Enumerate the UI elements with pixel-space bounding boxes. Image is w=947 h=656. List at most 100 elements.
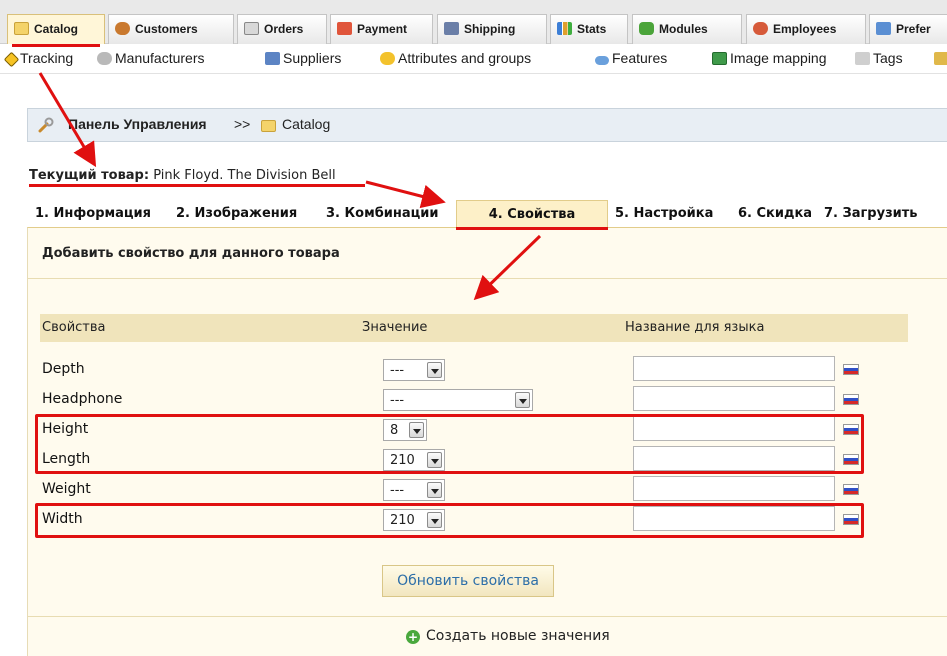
breadcrumb-separator: >> <box>234 116 251 132</box>
tab-label: Orders <box>264 22 304 36</box>
suppliers-icon <box>265 52 280 65</box>
column-header-features: Свойства <box>42 320 106 335</box>
attributes-icon <box>380 52 395 65</box>
stats-icon <box>557 22 572 35</box>
tab-preferences[interactable]: Prefer <box>869 14 947 44</box>
sub-toolbar: Tracking Manufacturers Suppliers Attribu… <box>0 44 947 74</box>
language-name-input-depth[interactable] <box>633 356 835 381</box>
tab-label: Catalog <box>34 22 79 36</box>
product-tab-discount[interactable]: 6. Скидка <box>738 200 812 227</box>
add-icon: + <box>406 630 420 644</box>
current-product-label: Текущий товар: <box>29 168 150 183</box>
feature-label-weight: Weight <box>42 481 91 497</box>
tab-catalog[interactable]: Catalog <box>7 14 105 44</box>
language-name-input-weight[interactable] <box>633 476 835 501</box>
image-mapping-icon <box>712 52 727 65</box>
product-tab-settings[interactable]: 5. Настройка <box>615 200 713 227</box>
folder-icon <box>261 120 276 132</box>
tab-orders[interactable]: Orders <box>237 14 327 44</box>
panel-title: Добавить свойство для данного товара <box>42 246 340 261</box>
current-product-name: Pink Floyd. The Division Bell <box>153 168 336 183</box>
subtab-label: Tracking <box>20 50 74 66</box>
tab-label: Employees <box>773 22 837 36</box>
payment-icon <box>337 22 352 35</box>
orders-icon <box>244 22 259 35</box>
value-select-weight[interactable]: --- <box>383 479 445 501</box>
preferences-icon <box>876 22 891 35</box>
annotation-underline-catalog <box>12 44 100 47</box>
column-header-value: Значение <box>362 320 428 335</box>
annotation-box-width <box>35 503 864 538</box>
tab-label: Prefer <box>896 22 931 36</box>
column-header-language-name: Название для языка <box>625 320 765 335</box>
feature-label-depth: Depth <box>42 361 85 377</box>
tab-label: Payment <box>357 22 408 36</box>
chevron-down-icon <box>427 362 442 378</box>
table-header: Свойства Значение Название для языка <box>40 314 908 342</box>
tracking-icon <box>3 51 20 68</box>
modules-icon <box>639 22 654 35</box>
wrench-icon <box>38 117 54 133</box>
employees-icon <box>753 22 768 35</box>
select-value: --- <box>390 483 405 498</box>
features-icon <box>595 56 609 65</box>
value-select-headphone[interactable]: --- <box>383 389 533 411</box>
tab-payment[interactable]: Payment <box>330 14 433 44</box>
subtab-tracking[interactable]: Tracking <box>3 50 74 68</box>
value-select-depth[interactable]: --- <box>383 359 445 381</box>
subtab-tags[interactable]: Tags <box>855 50 903 66</box>
russian-flag-icon <box>843 484 859 495</box>
subtab-features[interactable]: Features <box>595 50 667 66</box>
main-tab-bar: Catalog Customers Orders Payment Shippin… <box>0 0 947 44</box>
product-tab-info[interactable]: 1. Информация <box>35 200 151 227</box>
breadcrumb: Панель Управления >> Catalog <box>27 108 947 142</box>
create-new-values-link[interactable]: + Создать новые значения <box>406 628 610 644</box>
subtab-attributes[interactable]: Attributes and groups <box>380 50 531 66</box>
tab-shipping[interactable]: Shipping <box>437 14 547 44</box>
tab-stats[interactable]: Stats <box>550 14 628 44</box>
select-value: --- <box>390 363 405 378</box>
tab-customers[interactable]: Customers <box>108 14 234 44</box>
russian-flag-icon <box>843 364 859 375</box>
product-tab-combinations[interactable]: 3. Комбинации <box>326 200 439 227</box>
update-features-button[interactable]: Обновить свойства <box>382 565 554 597</box>
product-tab-features[interactable]: 4. Свойства <box>456 200 608 227</box>
tab-modules[interactable]: Modules <box>632 14 742 44</box>
select-value: --- <box>390 393 405 408</box>
tab-label: Shipping <box>464 22 516 36</box>
truck-icon <box>444 22 459 35</box>
manufacturers-icon <box>97 52 112 65</box>
subtab-more[interactable] <box>934 50 947 66</box>
subtab-label: Features <box>612 50 668 66</box>
language-name-input-headphone[interactable] <box>633 386 835 411</box>
chevron-down-icon <box>515 392 530 408</box>
current-product: Текущий товар: Pink Floyd. The Division … <box>29 168 336 183</box>
more-icon <box>934 52 947 65</box>
subtab-label: Manufacturers <box>115 50 205 66</box>
create-link-label: Создать новые значения <box>426 628 610 644</box>
subtab-image-mapping[interactable]: Image mapping <box>712 50 827 66</box>
folder-icon <box>14 22 29 35</box>
product-tab-upload[interactable]: 7. Загрузить <box>824 200 918 227</box>
subtab-manufacturers[interactable]: Manufacturers <box>97 50 204 66</box>
arrow-product-to-tab <box>365 180 446 209</box>
annotation-underline-product <box>29 184 365 187</box>
subtab-label: Attributes and groups <box>398 50 532 66</box>
tab-employees[interactable]: Employees <box>746 14 866 44</box>
breadcrumb-current: Catalog <box>282 116 331 132</box>
chevron-down-icon <box>427 482 442 498</box>
divider <box>28 616 947 617</box>
tab-label: Customers <box>135 22 198 36</box>
customers-icon <box>115 22 130 35</box>
subtab-label: Suppliers <box>283 50 342 66</box>
subtab-suppliers[interactable]: Suppliers <box>265 50 341 66</box>
russian-flag-icon <box>843 394 859 405</box>
tab-label: Stats <box>577 22 607 36</box>
divider <box>28 278 947 279</box>
annotation-box-height-length <box>35 414 864 474</box>
product-tab-images[interactable]: 2. Изображения <box>176 200 297 227</box>
tags-icon <box>855 52 870 65</box>
tab-label: Modules <box>659 22 708 36</box>
subtab-label: Image mapping <box>730 50 827 66</box>
breadcrumb-home[interactable]: Панель Управления <box>68 116 207 132</box>
